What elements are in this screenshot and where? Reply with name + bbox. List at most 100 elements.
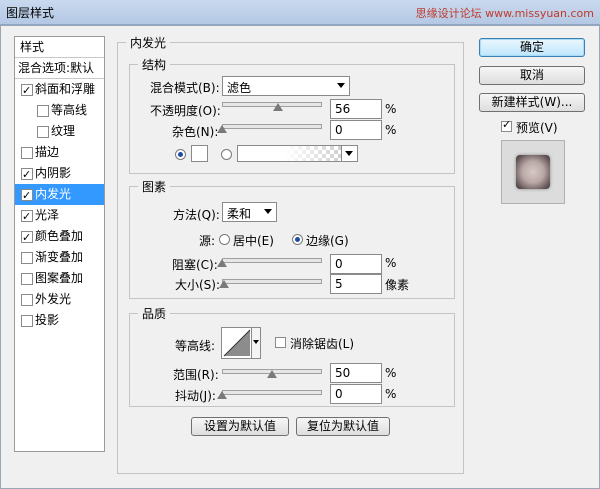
make-default-button[interactable]: 设置为默认值 xyxy=(191,417,289,436)
elements-title: 图素 xyxy=(138,178,171,195)
method-value: 柔和 xyxy=(227,207,252,221)
source-center-radio[interactable] xyxy=(219,234,230,245)
jitter-slider[interactable] xyxy=(217,388,322,399)
size-slider-thumb[interactable] xyxy=(219,280,229,288)
style-item[interactable]: 内发光 xyxy=(15,184,104,205)
chevron-down-icon xyxy=(264,209,272,214)
opacity-unit: % xyxy=(385,102,397,116)
check-icon: ✓ xyxy=(502,118,512,131)
style-item-checkbox[interactable] xyxy=(21,206,33,226)
style-item-label: 等高线 xyxy=(51,103,88,117)
style-item-checkbox[interactable] xyxy=(21,80,33,100)
style-item-checkbox[interactable] xyxy=(21,227,33,247)
method-label: 方法(Q): xyxy=(173,208,220,222)
blend-mode-label: 混合模式(B): xyxy=(150,81,220,95)
structure-title: 结构 xyxy=(138,56,171,73)
ok-button[interactable]: 确定 xyxy=(479,38,585,57)
style-item[interactable]: 光泽 xyxy=(15,205,104,226)
style-item[interactable]: 纹理 xyxy=(15,121,104,142)
style-item-checkbox[interactable] xyxy=(21,147,33,159)
noise-unit: % xyxy=(385,123,397,137)
style-list-header[interactable]: 样式 xyxy=(15,37,104,58)
jitter-slider-thumb[interactable] xyxy=(217,391,227,399)
size-slider[interactable] xyxy=(219,277,322,288)
style-list-header-label: 样式 xyxy=(20,40,45,54)
style-item[interactable]: 内阴影 xyxy=(15,163,104,184)
noise-slider[interactable] xyxy=(217,122,322,133)
style-item[interactable]: 描边 xyxy=(15,142,104,163)
style-item-checkbox[interactable] xyxy=(21,294,33,306)
method-select[interactable]: 柔和 xyxy=(222,202,277,222)
style-item[interactable]: 颜色叠加 xyxy=(15,226,104,247)
style-item[interactable]: 投影 xyxy=(15,310,104,331)
range-slider[interactable] xyxy=(222,367,322,378)
range-label: 范围(R): xyxy=(173,368,219,382)
choke-slider[interactable] xyxy=(217,256,322,267)
choke-field[interactable]: 0 xyxy=(330,254,382,274)
jitter-label: 抖动(J): xyxy=(175,389,216,403)
opacity-slider[interactable] xyxy=(222,100,322,111)
blend-options-item[interactable]: 混合选项:默认 xyxy=(15,58,104,79)
style-item-checkbox[interactable] xyxy=(21,315,33,327)
contour-picker[interactable] xyxy=(221,327,261,359)
style-item-label: 描边 xyxy=(35,145,60,159)
style-item-checkbox[interactable] xyxy=(37,126,49,138)
reset-default-button[interactable]: 复位为默认值 xyxy=(296,417,390,436)
cancel-button[interactable]: 取消 xyxy=(479,66,585,85)
solid-color-radio[interactable] xyxy=(175,149,186,160)
source-edge-radio[interactable] xyxy=(292,234,303,245)
noise-slider-thumb[interactable] xyxy=(217,125,227,133)
preview-swatch xyxy=(516,155,550,189)
style-item-label: 渐变叠加 xyxy=(35,250,84,264)
style-item-label: 图案叠加 xyxy=(35,271,84,285)
style-item[interactable]: 斜面和浮雕 xyxy=(15,79,104,100)
style-item-label: 光泽 xyxy=(35,208,60,222)
range-field[interactable]: 50 xyxy=(330,363,382,383)
quality-title: 品质 xyxy=(138,305,171,322)
gradient-dropdown[interactable] xyxy=(341,145,358,162)
style-list: 样式 混合选项:默认 斜面和浮雕等高线纹理描边内阴影内发光光泽颜色叠加渐变叠加图… xyxy=(14,36,105,452)
preview-label[interactable]: 预览(V) xyxy=(516,119,558,136)
style-item[interactable]: 等高线 xyxy=(15,100,104,121)
jitter-field[interactable]: 0 xyxy=(330,384,382,404)
style-item-label: 投影 xyxy=(35,313,60,327)
opacity-label: 不透明度(O): xyxy=(150,104,221,118)
style-item-checkbox[interactable] xyxy=(21,164,33,184)
style-item-label: 纹理 xyxy=(51,124,76,138)
gradient-radio[interactable] xyxy=(221,149,232,160)
range-unit: % xyxy=(385,366,397,380)
opacity-slider-thumb[interactable] xyxy=(273,103,283,111)
style-item-checkbox[interactable] xyxy=(21,252,33,264)
noise-field[interactable]: 0 xyxy=(330,120,382,140)
style-item[interactable]: 渐变叠加 xyxy=(15,247,104,268)
contour-dropdown[interactable] xyxy=(251,328,260,358)
gradient-preview[interactable] xyxy=(237,145,343,162)
antialias-label[interactable]: 消除锯齿(L) xyxy=(290,335,354,352)
source-edge-label[interactable]: 边缘(G) xyxy=(306,232,349,249)
choke-unit: % xyxy=(385,256,397,270)
choke-slider-thumb[interactable] xyxy=(217,259,227,267)
source-label: 源: xyxy=(199,234,216,248)
style-item-checkbox[interactable] xyxy=(21,273,33,285)
source-center-label[interactable]: 居中(E) xyxy=(233,232,274,249)
preview-checkbox[interactable]: ✓ xyxy=(501,118,512,132)
window-title: 图层样式 xyxy=(6,6,55,20)
style-item-checkbox[interactable] xyxy=(37,105,49,117)
size-field[interactable]: 5 xyxy=(330,274,382,294)
antialias-checkbox[interactable] xyxy=(275,337,286,348)
style-item-label: 内发光 xyxy=(35,187,72,201)
opacity-field[interactable]: 56 xyxy=(330,99,382,119)
style-item[interactable]: 外发光 xyxy=(15,289,104,310)
style-item-label: 内阴影 xyxy=(35,166,72,180)
size-label: 大小(S): xyxy=(175,278,221,292)
noise-label: 杂色(N): xyxy=(172,125,219,139)
blend-mode-select[interactable]: 滤色 xyxy=(222,76,350,96)
new-style-button[interactable]: 新建样式(W)... xyxy=(479,93,585,112)
style-item[interactable]: 图案叠加 xyxy=(15,268,104,289)
style-item-checkbox[interactable] xyxy=(21,185,33,205)
choke-label: 阻塞(C): xyxy=(172,258,218,272)
range-slider-thumb[interactable] xyxy=(267,370,277,378)
style-item-label: 斜面和浮雕 xyxy=(35,82,96,96)
panel-title: 内发光 xyxy=(126,34,171,51)
glow-color-swatch[interactable] xyxy=(191,145,208,162)
